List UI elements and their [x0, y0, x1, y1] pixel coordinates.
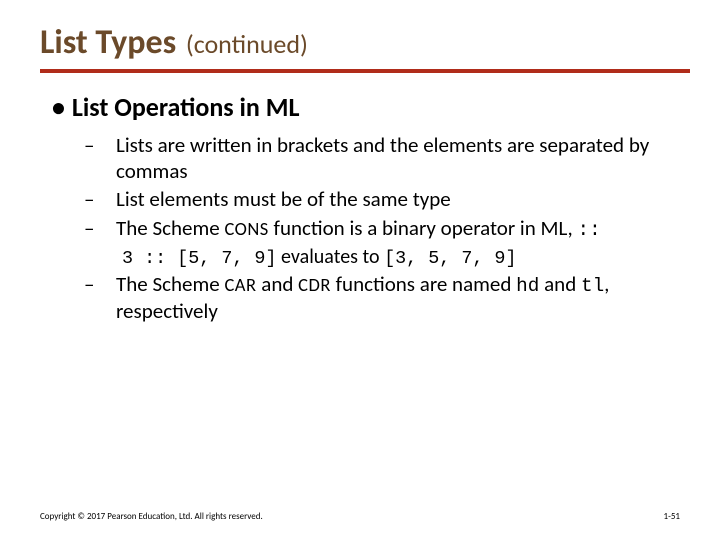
cdr-keyword: CDR: [298, 273, 331, 296]
list-item: –The Scheme CAR and CDR functions are na…: [100, 272, 680, 324]
footer: Copyright © 2017 Pearson Education, Ltd.…: [40, 511, 680, 522]
title-main: List Types: [40, 22, 176, 63]
slide: List Types (continued) • List Operations…: [0, 0, 720, 540]
sub-bullets: –Lists are written in brackets and the e…: [52, 133, 680, 325]
section-heading: • List Operations in ML: [52, 91, 680, 123]
item-mid: functions are named: [331, 271, 516, 297]
list-item: –List elements must be of the same type: [100, 187, 680, 213]
car-keyword: CAR: [224, 273, 256, 296]
list-item: –Lists are written in brackets and the e…: [100, 133, 680, 184]
item-text: List elements must be of the same type: [116, 186, 451, 212]
heading-text: List Operations in ML: [72, 91, 300, 123]
item-pre: The Scheme: [116, 271, 224, 297]
item-text: Lists are written in brackets and the el…: [116, 132, 649, 184]
example-lhs: 3 :: [5, 7, 9]: [122, 248, 277, 269]
item-and2: and: [539, 271, 581, 297]
dash-icon: –: [100, 133, 116, 159]
copyright-text: Copyright © 2017 Pearson Education, Ltd.…: [40, 511, 263, 522]
example-line: 3 :: [5, 7, 9] evaluates to [3, 5, 7, 9]: [122, 245, 680, 269]
bullet-dot: •: [52, 91, 66, 123]
item-mid: function is a binary operator in ML,: [269, 215, 578, 241]
dash-icon: –: [100, 216, 116, 242]
dash-icon: –: [100, 187, 116, 213]
example-rhs: [3, 5, 7, 9]: [384, 248, 516, 269]
title-rule: [40, 69, 690, 73]
title-sub: (continued): [186, 28, 308, 60]
slide-title: List Types (continued): [40, 22, 680, 63]
item-pre: The Scheme: [116, 215, 224, 241]
item-and1: and: [257, 271, 299, 297]
list-item: –The Scheme CONS function is a binary op…: [100, 216, 680, 243]
cons-keyword: CONS: [224, 217, 268, 240]
example-verb: evaluates to: [277, 245, 385, 269]
hd-keyword: hd: [516, 275, 539, 297]
content: • List Operations in ML –Lists are writt…: [40, 91, 680, 325]
dash-icon: –: [100, 272, 116, 298]
cons-operator: ::: [577, 219, 600, 241]
tl-keyword: tl: [581, 275, 604, 297]
page-number: 1-51: [664, 511, 680, 522]
